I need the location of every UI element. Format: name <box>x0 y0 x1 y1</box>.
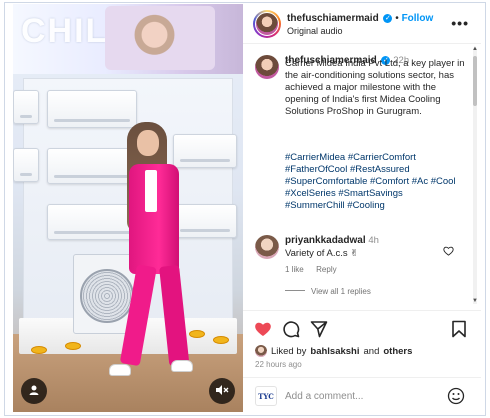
more-options-icon[interactable]: ••• <box>451 15 469 31</box>
media-person-face <box>137 130 159 156</box>
media-banner: CHILD <box>13 4 243 74</box>
media-ac-unit <box>47 148 137 184</box>
comment-header: priyankkadadwal 4h <box>285 235 379 246</box>
media-banner-image <box>105 6 215 70</box>
media-ac-unit <box>47 204 137 240</box>
comments-scrollbar[interactable] <box>473 48 477 304</box>
liked-by-avatar <box>255 345 267 357</box>
mute-button[interactable] <box>209 378 235 404</box>
caption-text: Carrier Midea India Pvt Ltd, a key playe… <box>285 58 465 117</box>
heart-icon[interactable] <box>253 319 273 339</box>
post-time-ago[interactable]: 22 hours ago <box>255 360 302 369</box>
media-person-shoe <box>109 364 131 376</box>
add-comment-input[interactable] <box>285 388 435 404</box>
liked-by-line: Liked by bahlsakshi and others <box>255 345 412 357</box>
commenter-username[interactable]: priyankkadadwal <box>285 235 366 246</box>
emoji-icon[interactable] <box>447 387 465 408</box>
caption-author-avatar[interactable] <box>255 55 279 79</box>
comment-likes-count[interactable]: 1 like <box>285 265 304 274</box>
post-header: thefuschiamermaid ✓ • Follow Original au… <box>243 4 481 44</box>
commenter-avatar[interactable] <box>255 235 279 259</box>
comments-scrollbar-thumb[interactable] <box>473 56 477 106</box>
current-user-avatar: TYC <box>255 386 277 406</box>
caption-hashtags[interactable]: #CarrierMidea #CarrierComfort #FatherOfC… <box>285 152 465 212</box>
view-replies-label: View all 1 replies <box>311 287 371 296</box>
view-replies-button[interactable]: View all 1 replies <box>285 287 371 296</box>
comments-section[interactable]: thefuschiamermaid ✓ 22h Carrier Midea In… <box>243 45 481 307</box>
user-tag-icon <box>28 384 40 399</box>
user-tag-button[interactable] <box>21 378 47 404</box>
current-user-avatar-text: TYC <box>258 391 274 401</box>
author-username[interactable]: thefuschiamermaid <box>287 13 379 24</box>
media-flower <box>189 330 205 338</box>
media-person-shoe <box>171 360 193 372</box>
media-ac-unit <box>13 148 39 182</box>
media-ac-unit <box>13 90 39 124</box>
comment-meta: 1 like Reply <box>285 265 337 274</box>
media-ac-unit <box>173 204 237 238</box>
audio-label[interactable]: Original audio <box>287 26 343 36</box>
media-flower <box>213 336 229 344</box>
post-sidebar: thefuschiamermaid ✓ • Follow Original au… <box>243 4 481 412</box>
comment-like-icon[interactable] <box>443 246 454 259</box>
comment-reply-button[interactable]: Reply <box>316 265 336 274</box>
media-ac-unit <box>47 90 137 128</box>
media-person-shirt <box>145 170 157 212</box>
liked-by-and: and <box>363 345 380 357</box>
comment-time: 4h <box>368 235 379 246</box>
post-actions: Liked by bahlsakshi and others 22 hours … <box>243 310 481 412</box>
add-comment-row: TYC <box>243 377 481 413</box>
comment-text: Variety of A.c.s ✌ <box>285 248 359 259</box>
author-avatar[interactable] <box>253 10 281 38</box>
scroll-up-icon[interactable]: ▲ <box>472 46 478 52</box>
share-icon[interactable] <box>309 319 329 339</box>
liked-by-user[interactable]: bahlsakshi <box>310 346 359 357</box>
post-media-video[interactable]: CHILD <box>13 4 243 412</box>
media-flower <box>65 342 81 350</box>
separator-dot: • <box>395 13 399 24</box>
verified-badge-icon: ✓ <box>383 14 393 23</box>
liked-by-others[interactable]: others <box>383 346 412 357</box>
comment-icon[interactable] <box>281 319 301 339</box>
liked-by-prefix: Liked by <box>271 345 307 357</box>
bookmark-icon[interactable] <box>449 319 469 339</box>
media-ac-unit <box>173 134 237 168</box>
scroll-down-icon[interactable]: ▼ <box>472 298 478 304</box>
mute-icon <box>215 384 229 399</box>
follow-button[interactable]: Follow <box>402 13 434 24</box>
media-flower <box>31 346 47 354</box>
post-author-line: thefuschiamermaid ✓ • Follow <box>287 13 433 24</box>
